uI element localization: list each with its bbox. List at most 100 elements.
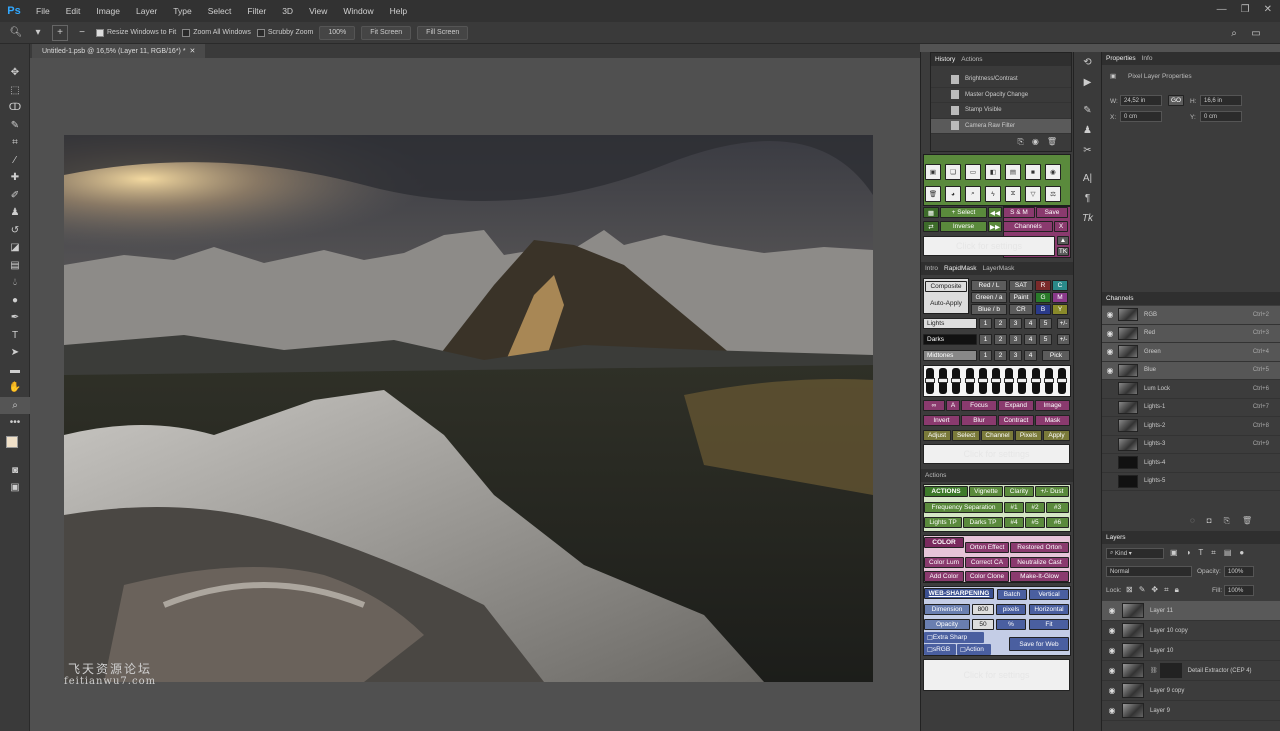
dodge-tool-icon[interactable]: ● [0,292,30,310]
hourglass-icon[interactable]: ⧖ [1005,186,1021,202]
select-icon[interactable]: ▦ [923,207,939,218]
zone-lights-5-button[interactable]: 5 [1039,318,1052,329]
lock-pixels-icon[interactable]: ✎ [1139,585,1146,595]
adjust-panel-icon[interactable]: ✂ [1074,140,1101,160]
mask-icon[interactable]: ◧ [985,164,1001,180]
new-document-icon[interactable]: ⎘ [1017,137,1023,147]
search-icon[interactable]: ⌕ [1226,25,1242,41]
new-channel-icon[interactable]: ⎘ [1224,516,1230,526]
visibility-eye-icon[interactable]: ◉ [1102,626,1122,635]
menu-image[interactable]: Image [88,6,128,16]
visibility-eye-icon[interactable]: ◉ [1102,366,1118,375]
scrubby-zoom-checkbox[interactable]: Scrubby Zoom [256,28,313,37]
srgb-checkbox[interactable]: ☐ sRGB [924,644,956,655]
auto-apply-checkbox[interactable]: Auto-Apply [925,295,967,311]
apply-button[interactable]: Apply [1043,430,1070,441]
darks-tp-button[interactable]: Darks TP [963,517,1003,528]
history-item[interactable]: Stamp Visible [931,103,1071,119]
lock-position-icon[interactable]: ✥ [1151,585,1158,595]
tab-history[interactable]: History [935,56,955,63]
zone-darks-3-button[interactable]: 3 [1009,334,1022,345]
y-channel-button[interactable]: Y [1052,304,1068,315]
history-brush-icon[interactable]: ↺ [0,222,30,240]
action-1-button[interactable]: #1 [1004,502,1024,513]
shape-tool-icon[interactable]: ▬ [0,362,30,380]
zoom-tool-icon[interactable]: ⌕ [0,396,30,414]
sm-button[interactable]: S & M [1003,207,1035,218]
inverse-button[interactable]: Inverse [940,221,987,232]
lock-transparent-icon[interactable]: ⊠ [1126,585,1133,595]
tab-layermask[interactable]: LayerMask [983,265,1015,272]
zone-slider-knob[interactable] [977,378,988,383]
zoom-tool-icon[interactable]: 🔍︎ [8,25,24,41]
click-for-settings-button[interactable]: Click for settings [923,236,1055,256]
filter-type-icon[interactable]: T [1198,548,1203,558]
document-tab[interactable]: Untitled-1.psb @ 16,5% (Layer 11, RGB/16… [32,44,206,58]
play-actions-icon[interactable]: ▶ [1074,72,1101,92]
zoom-icon[interactable]: ⌕ [965,186,981,202]
vertical-button[interactable]: Vertical [1029,589,1069,600]
link-button[interactable]: ∞ [923,400,945,411]
hand-tool-icon[interactable]: ✋ [0,379,30,397]
history-item[interactable]: Master Opacity Change [931,88,1071,103]
layer-row[interactable]: ◉ Layer 10 copy [1102,621,1280,641]
neutralize-cast-button[interactable]: Neutralize Cast [1010,557,1069,568]
copy-icon[interactable]: ❏ [945,164,961,180]
action-checkbox[interactable]: ☐ Action [957,644,991,655]
frequency-separation-button[interactable]: Frequency Separation [924,502,1003,513]
gradient-tool-icon[interactable]: ▤ [0,257,30,275]
orton-effect-button[interactable]: Orton Effect [965,542,1009,553]
menu-filter[interactable]: Filter [239,6,274,16]
zone-slider-knob[interactable] [964,378,975,383]
snapshot-camera-icon[interactable]: ◉ [1032,137,1039,147]
height-field[interactable]: 16,6 in [1200,95,1242,106]
menu-3d[interactable]: 3D [274,6,301,16]
zone-slider-knob[interactable] [1030,378,1041,383]
eyedropper-tool-icon[interactable]: ⁄ [0,152,30,170]
visibility-eye-icon[interactable]: ◉ [1102,686,1122,695]
triangle-icon[interactable]: ▽ [1025,186,1041,202]
focus-button[interactable]: Focus [961,400,997,411]
folder-icon[interactable]: ▭ [965,164,981,180]
channel-row[interactable]: ◉ Blue Ctrl+5 [1102,361,1280,380]
zone-slider-knob[interactable] [991,378,1001,383]
channel-row[interactable]: Lights-4 [1102,454,1280,473]
screen-mode-icon[interactable]: ▣ [0,479,30,497]
filter-adjust-icon[interactable]: ◑ [1186,548,1191,558]
g-channel-button[interactable]: G [1035,292,1051,303]
clarity-button[interactable]: Clarity [1004,486,1034,497]
zoom-out-icon[interactable]: − [74,25,90,41]
restored-orton-button[interactable]: Restored Orton [1010,542,1069,553]
menu-edit[interactable]: Edit [58,6,89,16]
layer-row[interactable]: ◉ ⛓ Detail Extractor (CEP 4) [1102,661,1280,681]
brush-panel-icon[interactable]: ✎ [1074,100,1101,120]
darks-plus-minus[interactable]: +/- [1057,334,1070,345]
layer-row[interactable]: ◉ Layer 11 [1102,601,1280,621]
make-it-glow-button[interactable]: Make-It-Glow [1010,571,1069,582]
zone-midtones-3-button[interactable]: 3 [1009,350,1022,361]
zone-darks-5-button[interactable]: 5 [1039,334,1052,345]
close-icon[interactable]: ✕ [1264,4,1272,15]
quick-select-tool-icon[interactable]: ✎ [0,117,30,135]
workspace-icon[interactable]: ▭ [1248,25,1264,41]
camera-icon[interactable]: ◉ [1045,164,1061,180]
menu-file[interactable]: File [28,6,58,16]
b-channel-button[interactable]: B [1035,304,1051,315]
image-button[interactable]: Image [1035,400,1070,411]
rewind-icon[interactable]: ◀◀ [988,207,1002,218]
filter-pixel-icon[interactable]: ▣ [1170,548,1178,558]
tab-properties[interactable]: Properties [1106,55,1136,62]
pen-tool-icon[interactable]: ✒ [0,309,30,327]
layer-kind-filter[interactable]: ⌕ Kind ▾ [1106,548,1164,559]
filter-toggle-icon[interactable]: ● [1239,548,1244,558]
channel-row[interactable]: Lights-5 [1102,473,1280,491]
zone-lights-4-button[interactable]: 4 [1024,318,1037,329]
lock-all-icon[interactable]: 🔒︎ [1175,585,1179,595]
percent-unit-button[interactable]: % [996,619,1026,630]
delete-state-icon[interactable]: 🗑︎ [1047,137,1057,147]
dust-button[interactable]: +/- Dust [1035,486,1069,497]
bolt-icon[interactable]: ϟ [985,186,1001,202]
save-for-web-button[interactable]: Save for Web [1009,637,1069,651]
channels-button[interactable]: Channels [1003,221,1053,232]
document-image[interactable] [64,135,873,682]
